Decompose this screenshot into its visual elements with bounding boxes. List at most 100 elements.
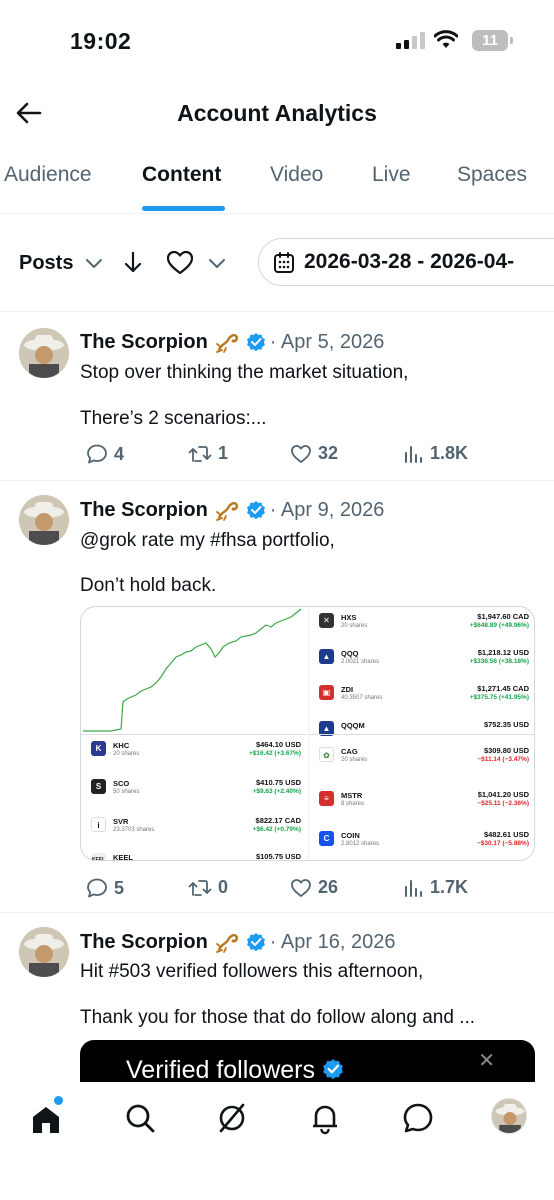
reply-count: 5 — [114, 877, 125, 898]
holding-change: +$375.75 (+41.95%) — [469, 694, 529, 701]
author-name[interactable]: The Scorpion — [80, 931, 208, 954]
views-metric[interactable]: 1.8K — [404, 443, 468, 464]
post-text-line: Stop over thinking the market situation, — [80, 362, 409, 383]
tab-spaces[interactable]: Spaces — [457, 163, 527, 187]
coinbase-logo-icon: C — [319, 831, 334, 846]
home-icon[interactable] — [28, 1102, 64, 1138]
search-icon[interactable] — [122, 1100, 158, 1136]
page-title: Account Analytics — [177, 100, 377, 126]
holding-row[interactable]: ▣ ZDI 40.3507 shares $1,271.45 CAD +$375… — [309, 679, 534, 717]
reply-count: 4 — [114, 443, 125, 464]
tab-video[interactable]: Video — [270, 163, 323, 187]
verified-badge-icon — [323, 1059, 343, 1080]
ticker: HXS — [341, 613, 357, 622]
holding-change: +$9.63 (+2.40%) — [252, 788, 301, 795]
close-icon: ✕ — [478, 1050, 495, 1072]
post-type-dropdown[interactable]: Posts — [19, 252, 73, 275]
battery-icon: 11 — [472, 30, 513, 51]
ticker: ZDI — [341, 685, 354, 694]
grok-icon[interactable] — [214, 1100, 250, 1136]
repost-metric[interactable]: 1 — [188, 443, 228, 464]
holding-value: $105.75 USD — [255, 852, 301, 861]
holding-row[interactable]: ▲ QQQ 2.0021 shares $1,218.12 USD +$336.… — [309, 643, 534, 681]
tab-content[interactable]: Content — [142, 163, 221, 187]
share-count: 20 shares — [341, 623, 368, 629]
like-metric[interactable]: 32 — [290, 443, 338, 464]
like-metric[interactable]: 26 — [290, 877, 338, 898]
signal-icon — [396, 32, 425, 49]
holding-row[interactable]: ✿ CAG 20 shares $309.80 USD −$11.14 (−3.… — [309, 741, 534, 779]
reply-icon — [87, 878, 107, 898]
portfolio-line-chart — [83, 608, 302, 732]
reply-metric[interactable]: 4 — [86, 443, 124, 465]
share-count: 2.0021 shares — [341, 659, 380, 665]
ticker: KHC — [113, 741, 130, 750]
post-date: · Apr 9, 2026 — [269, 498, 385, 521]
author-name[interactable]: The Scorpion — [80, 331, 208, 354]
author-name[interactable]: The Scorpion — [80, 499, 208, 522]
holding-value: $482.61 USD — [483, 830, 529, 839]
holding-row[interactable]: K KHC 20 shares $464.10 USD +$16.42 (+3.… — [81, 735, 309, 773]
share-count: 23.3703 shares — [113, 827, 155, 833]
sprott-logo-icon: i — [91, 817, 106, 832]
holding-row[interactable]: C COIN 2.8012 shares $482.61 USD −$30.17… — [309, 825, 534, 860]
heart-icon — [291, 444, 311, 463]
repost-icon — [188, 879, 212, 896]
messages-icon[interactable] — [400, 1100, 436, 1136]
holding-value: $1,218.12 USD — [477, 648, 529, 657]
conagra-logo-icon: ✿ — [319, 747, 334, 762]
holding-change: −$25.11 (−2.36%) — [477, 800, 529, 807]
holding-row[interactable]: ✕ HXS 20 shares $1,947.60 CAD +$648.89 (… — [309, 607, 534, 645]
holding-row[interactable]: ≡ MSTR 8 shares $1,041.20 USD −$25.11 (−… — [309, 785, 534, 823]
reply-metric[interactable]: 5 — [86, 877, 124, 899]
profile-avatar[interactable] — [491, 1098, 527, 1134]
avatar[interactable] — [19, 927, 69, 977]
views-metric[interactable]: 1.7K — [404, 877, 468, 898]
heart-icon[interactable] — [166, 250, 194, 276]
holdings-list: ✕ HXS 20 shares $1,947.60 CAD +$648.89 (… — [308, 607, 534, 736]
chevron-down-icon[interactable] — [84, 256, 104, 270]
verified-badge-icon — [246, 333, 265, 352]
repost-metric[interactable]: 0 — [188, 877, 228, 898]
holding-value: $1,947.60 CAD — [477, 612, 529, 621]
scorpion-icon — [215, 334, 238, 353]
views-count: 1.7K — [430, 877, 469, 897]
ticker: QQQM — [341, 721, 365, 730]
holding-change: +$16.42 (+3.67%) — [248, 750, 301, 757]
reply-icon — [87, 444, 107, 464]
holding-row[interactable]: S SCO 50 shares $410.75 USD +$9.63 (+2.4… — [81, 773, 309, 811]
holding-value: $1,041.20 USD — [477, 790, 529, 799]
holding-value: $752.35 USD — [483, 720, 529, 729]
holding-row[interactable]: KEEL KEEL $105.75 USD — [81, 847, 309, 861]
sort-down-arrow-icon[interactable] — [122, 250, 144, 274]
like-count: 26 — [318, 877, 339, 897]
verified-badge-icon — [246, 933, 265, 952]
holding-row[interactable]: i SVR 23.3703 shares $822.17 CAD +$6.42 … — [81, 811, 309, 849]
share-count: 50 shares — [113, 789, 140, 795]
repost-icon — [188, 445, 212, 462]
avatar[interactable] — [19, 328, 69, 378]
chevron-down-icon[interactable] — [207, 256, 227, 270]
post-metrics: 4 1 32 1.8K — [86, 443, 506, 469]
date-range-picker[interactable]: 2026-03-28 - 2026-04- — [258, 238, 554, 286]
filter-row: Posts 2026-03-28 - 2026-04- — [0, 214, 554, 312]
post-header: The Scorpion · Apr 16, 2026 — [80, 930, 395, 954]
active-tab-indicator — [142, 206, 225, 211]
card-title: Verified followers — [126, 1056, 344, 1085]
holding-value: $410.75 USD — [255, 778, 301, 787]
ticker: SVR — [113, 817, 129, 826]
notification-dot — [54, 1096, 63, 1105]
holding-change: −$11.14 (−3.47%) — [477, 756, 529, 763]
share-count: 8 shares — [341, 801, 365, 807]
tab-audience[interactable]: Audience — [4, 163, 92, 187]
fund-logo-icon: ✕ — [319, 613, 334, 628]
holdings-list: K KHC 20 shares $464.10 USD +$16.42 (+3.… — [81, 734, 309, 861]
holding-value: $464.10 USD — [255, 740, 301, 749]
date-range-text: 2026-03-28 - 2026-04- — [304, 250, 515, 273]
post-item[interactable]: The Scorpion · Apr 5, 2026 Stop over thi… — [0, 313, 554, 481]
avatar[interactable] — [19, 495, 69, 545]
invesco-logo-icon: ▲ — [319, 649, 334, 664]
portfolio-screenshot-image[interactable]: ✕ HXS 20 shares $1,947.60 CAD +$648.89 (… — [80, 606, 535, 861]
tab-live[interactable]: Live — [372, 163, 411, 187]
notifications-bell-icon[interactable] — [307, 1100, 343, 1136]
